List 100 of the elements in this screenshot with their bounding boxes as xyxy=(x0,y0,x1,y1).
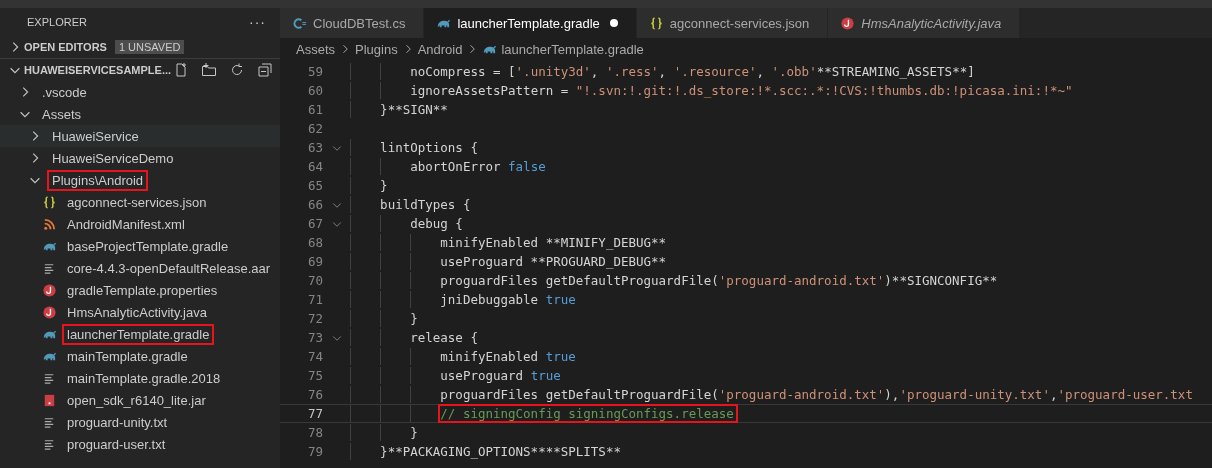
breadcrumb-item[interactable]: launcherTemplate.gradle xyxy=(501,41,644,57)
code-line: } xyxy=(379,177,389,195)
archive-icon xyxy=(42,392,57,408)
item-label: AndroidManifest.xml xyxy=(66,215,186,234)
line-number: 70 xyxy=(306,273,323,288)
item-label: launcherTemplate.gradle xyxy=(62,323,215,345)
tree-item[interactable]: AndroidManifest.xml xyxy=(0,213,280,235)
braces-icon xyxy=(42,194,57,210)
line-number: 61 xyxy=(306,102,323,117)
line-number: 65 xyxy=(306,178,323,193)
item-label: Plugins\Android xyxy=(47,169,149,191)
section-header[interactable]: OPEN EDITORS 1 UNSAVED xyxy=(0,36,280,59)
tree-item[interactable]: mainTemplate.gradle.2018 xyxy=(0,367,280,389)
code-line: useProguard true xyxy=(439,367,562,385)
unsaved-badge: 1 UNSAVED xyxy=(114,40,185,54)
code-line: jniDebuggable true xyxy=(439,291,577,309)
code-line: abortOnError false xyxy=(409,158,547,176)
new-folder-icon[interactable] xyxy=(201,62,218,78)
code-line: minifyEnabled **MINIFY_DEBUG** xyxy=(439,234,668,252)
item-label: Assets xyxy=(41,105,82,124)
breadcrumb-item[interactable]: Assets xyxy=(296,41,335,57)
section-title: OPEN EDITORS xyxy=(24,41,107,53)
line-number: 73 xyxy=(306,330,323,345)
line-number: 67 xyxy=(306,216,323,231)
code-line: ignoreAssetsPattern = "!.svn:!.git:!.ds_store:!*.scc:.*:!CVS:!thumbs.db:!picasa.ini:!*~" xyxy=(409,82,1074,100)
code-line: lintOptions { xyxy=(379,139,479,157)
code-line: buildTypes { xyxy=(379,196,472,214)
item-label: baseProjectTemplate.gradle xyxy=(66,237,230,256)
tab-label: CloudDBTest.cs xyxy=(313,15,406,31)
item-label: proguard-unity.txt xyxy=(66,413,169,432)
tree-item[interactable]: mainTemplate.gradle xyxy=(0,345,280,367)
line-number: 68 xyxy=(306,235,323,250)
editor-tab[interactable]: agconnect-services.json xyxy=(636,8,829,38)
code-line: noCompress = ['.unity3d', '.ress', '.resource', '.obb'**STREAMING_ASSETS**] xyxy=(409,63,976,81)
rss-icon xyxy=(42,216,57,232)
line-number: 78 xyxy=(306,425,323,440)
item-label: core-4.4.3-openDefaultRelease.aar xyxy=(66,259,272,278)
code-line: proguardFiles getDefaultProguardFile('proguard-android.txt'),'proguard-unity.txt','proguard-user.txt xyxy=(439,386,1194,404)
tree-item[interactable]: gradleTemplate.properties xyxy=(0,279,280,301)
tree-item[interactable]: launcherTemplate.gradle xyxy=(0,323,280,345)
item-label: HuaweiServiceDemo xyxy=(51,149,175,168)
code-line: }**SIGN** xyxy=(379,101,449,119)
tree-item[interactable]: baseProjectTemplate.gradle xyxy=(0,235,280,257)
editor-tab[interactable]: HmsAnalyticActivity.java xyxy=(828,8,1021,38)
line-number: 64 xyxy=(306,159,323,174)
item-label: mainTemplate.gradle.2018 xyxy=(66,369,222,388)
code-line: } xyxy=(409,310,419,328)
code-line: release { xyxy=(409,329,479,347)
tree-item[interactable]: core-4.4.3-openDefaultRelease.aar xyxy=(0,257,280,279)
csharp-icon xyxy=(292,15,307,31)
tab-label: agconnect-services.json xyxy=(669,15,810,31)
item-label: mainTemplate.gradle xyxy=(66,347,189,366)
tree-item[interactable]: HuaweiServiceDemo xyxy=(0,147,280,169)
tree-item[interactable]: proguard-user.txt xyxy=(0,433,280,455)
breadcrumb-item[interactable]: Plugins xyxy=(355,41,398,57)
code-line: }**PACKAGING_OPTIONS****SPLITS** xyxy=(379,443,622,461)
code-line: minifyEnabled true xyxy=(439,348,577,366)
tab-label: launcherTemplate.gradle xyxy=(457,15,600,31)
code-line: } xyxy=(409,424,419,442)
tree-item[interactable]: open_sdk_r6140_lite.jar xyxy=(0,389,280,411)
line-number: 60 xyxy=(306,83,323,98)
line-number: 79 xyxy=(306,444,323,459)
tree-item[interactable]: Plugins\Android xyxy=(0,169,280,191)
code-line: useProguard **PROGUARD_DEBUG** xyxy=(439,253,668,271)
editor-tab[interactable]: CloudDBTest.cs xyxy=(280,8,425,38)
editor-tab[interactable]: launcherTemplate.gradle xyxy=(424,8,637,38)
line-number: 59 xyxy=(306,64,323,79)
item-label: agconnect-services.json xyxy=(66,193,208,212)
sidebar-title: EXPLORER xyxy=(27,16,87,28)
line-number: 75 xyxy=(306,368,323,383)
item-label: proguard-user.txt xyxy=(66,435,167,454)
line-number: 71 xyxy=(306,292,323,307)
item-label: HmsAnalyticActivity.java xyxy=(66,303,208,322)
line-number: 66 xyxy=(306,197,323,212)
tree-item[interactable]: proguard-unity.txt xyxy=(0,411,280,433)
collapse-all-icon[interactable] xyxy=(257,62,274,78)
tree-item[interactable]: agconnect-services.json xyxy=(0,191,280,213)
breadcrumb-item[interactable]: Android xyxy=(417,41,463,57)
item-label: open_sdk_r6140_lite.jar xyxy=(66,391,207,410)
section-title: HUAWEISERVICESAMPLE... xyxy=(24,64,172,76)
line-number: 76 xyxy=(306,387,323,402)
line-number: 74 xyxy=(306,349,323,364)
line-number: 63 xyxy=(306,140,323,155)
line-number: 69 xyxy=(306,254,323,269)
line-number: 62 xyxy=(306,121,323,136)
code-line: proguardFiles getDefaultProguardFile('proguard-android.txt')**SIGNCONFIG** xyxy=(439,272,999,290)
tree-item[interactable]: .vscode xyxy=(0,81,280,103)
item-label: gradleTemplate.properties xyxy=(66,281,219,300)
tab-label: HmsAnalyticActivity.java xyxy=(861,15,1002,31)
line-number: 72 xyxy=(306,311,323,326)
section-header[interactable]: HUAWEISERVICESAMPLE... xyxy=(0,59,280,81)
tree-item[interactable]: HuaweiService xyxy=(0,125,280,147)
code-line: debug { xyxy=(409,215,464,233)
more-button[interactable]: ··· xyxy=(249,14,266,30)
item-label: .vscode xyxy=(41,83,88,102)
line-number: 77 xyxy=(306,406,323,421)
tree-item[interactable]: HmsAnalyticActivity.java xyxy=(0,301,280,323)
tree-item[interactable]: Assets xyxy=(0,103,280,125)
braces-icon xyxy=(648,15,664,31)
item-label: HuaweiService xyxy=(51,127,140,146)
